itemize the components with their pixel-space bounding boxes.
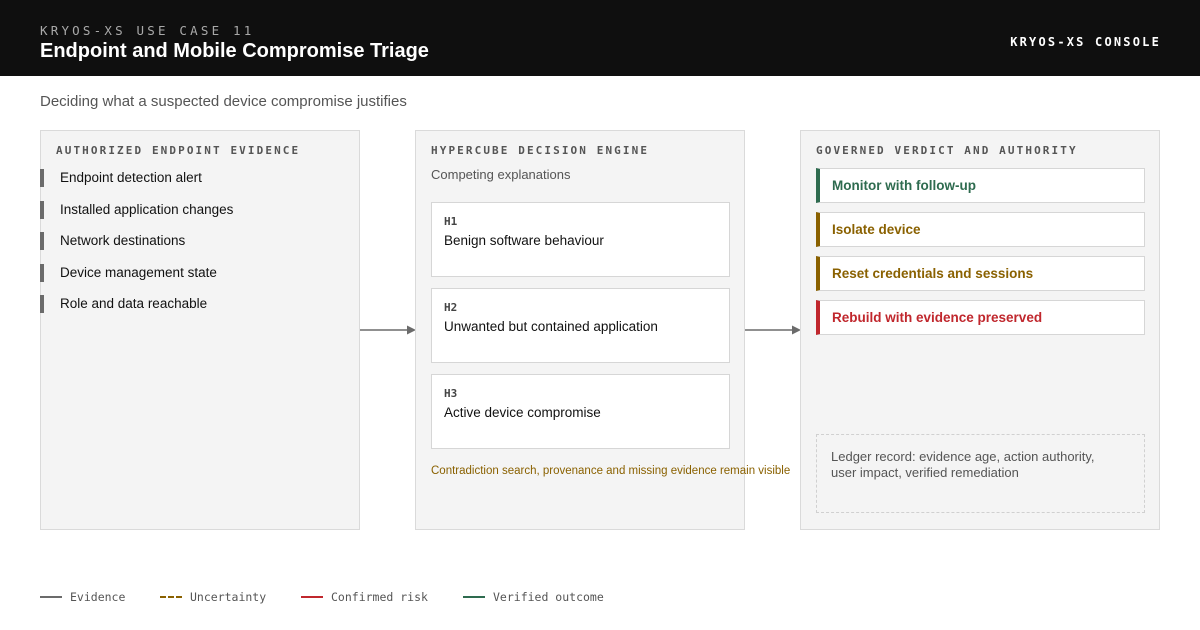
- legend-swatch: [40, 596, 62, 598]
- evidence-item: Device management state: [40, 263, 217, 282]
- decision-engine-panel: HYPERCUBE DECISION ENGINE Competing expl…: [415, 130, 790, 530]
- verdict-isolate: Isolate device: [816, 212, 1145, 247]
- evidence-item: Endpoint detection alert: [40, 169, 202, 187]
- ledger-record: Ledger record: evidence age, action auth…: [816, 434, 1145, 513]
- verdict-reset-credentials: Reset credentials and sessions: [816, 256, 1145, 291]
- evidence-item: Installed application changes: [40, 200, 233, 219]
- hypothesis-id: H3: [444, 387, 458, 400]
- legend-label: Verified outcome: [493, 590, 604, 604]
- ledger-line: Ledger record: evidence age, action auth…: [831, 449, 1095, 464]
- hypothesis-card: H3 Active device compromise: [431, 374, 730, 449]
- verdict-panel: GOVERNED VERDICT AND AUTHORITY Monitor w…: [800, 130, 1160, 530]
- legend-label: Evidence: [70, 590, 126, 604]
- legend-label: Uncertainty: [190, 590, 267, 604]
- ledger-line: user impact, verified remediation: [831, 465, 1019, 480]
- engine-note: Contradiction search, provenance and mis…: [431, 465, 791, 477]
- evidence-item: Network destinations: [40, 232, 185, 250]
- hypothesis-id: H2: [444, 301, 458, 314]
- flow-arrow-icon: [360, 325, 416, 335]
- page-title: Endpoint and Mobile Compromise Triage: [40, 40, 429, 62]
- verdict-rebuild: Rebuild with evidence preserved: [816, 300, 1145, 335]
- hypothesis-card: H2 Unwanted but contained application: [431, 288, 730, 363]
- evidence-item: Role and data reachable: [40, 295, 207, 313]
- verdict-panel-title: GOVERNED VERDICT AND AUTHORITY: [816, 144, 1078, 157]
- verdict-monitor: Monitor with follow-up: [816, 168, 1145, 203]
- engine-panel-subtitle: Competing explanations: [431, 167, 571, 182]
- console-label: KRYOS-XS CONSOLE: [1010, 35, 1161, 49]
- hypothesis-label: Unwanted but contained application: [444, 319, 658, 334]
- legend-label: Confirmed risk: [331, 590, 428, 604]
- engine-panel-title: HYPERCUBE DECISION ENGINE: [431, 144, 650, 157]
- page-subtitle: Deciding what a suspected device comprom…: [40, 93, 407, 110]
- hypothesis-card: H1 Benign software behaviour: [431, 202, 730, 277]
- evidence-panel-title: AUTHORIZED ENDPOINT EVIDENCE: [56, 144, 301, 157]
- hypothesis-label: Active device compromise: [444, 405, 601, 420]
- evidence-panel: AUTHORIZED ENDPOINT EVIDENCE Endpoint de…: [40, 130, 360, 530]
- header-bar: KRYOS-XS USE CASE 11 Endpoint and Mobile…: [0, 0, 1200, 76]
- legend-swatch: [301, 596, 323, 598]
- legend-swatch: [463, 596, 485, 598]
- use-case-eyebrow: KRYOS-XS USE CASE 11: [40, 23, 255, 38]
- flow-arrow-icon: [745, 325, 801, 335]
- hypothesis-label: Benign software behaviour: [444, 233, 604, 248]
- hypothesis-id: H1: [444, 215, 458, 228]
- legend-swatch: [160, 596, 182, 598]
